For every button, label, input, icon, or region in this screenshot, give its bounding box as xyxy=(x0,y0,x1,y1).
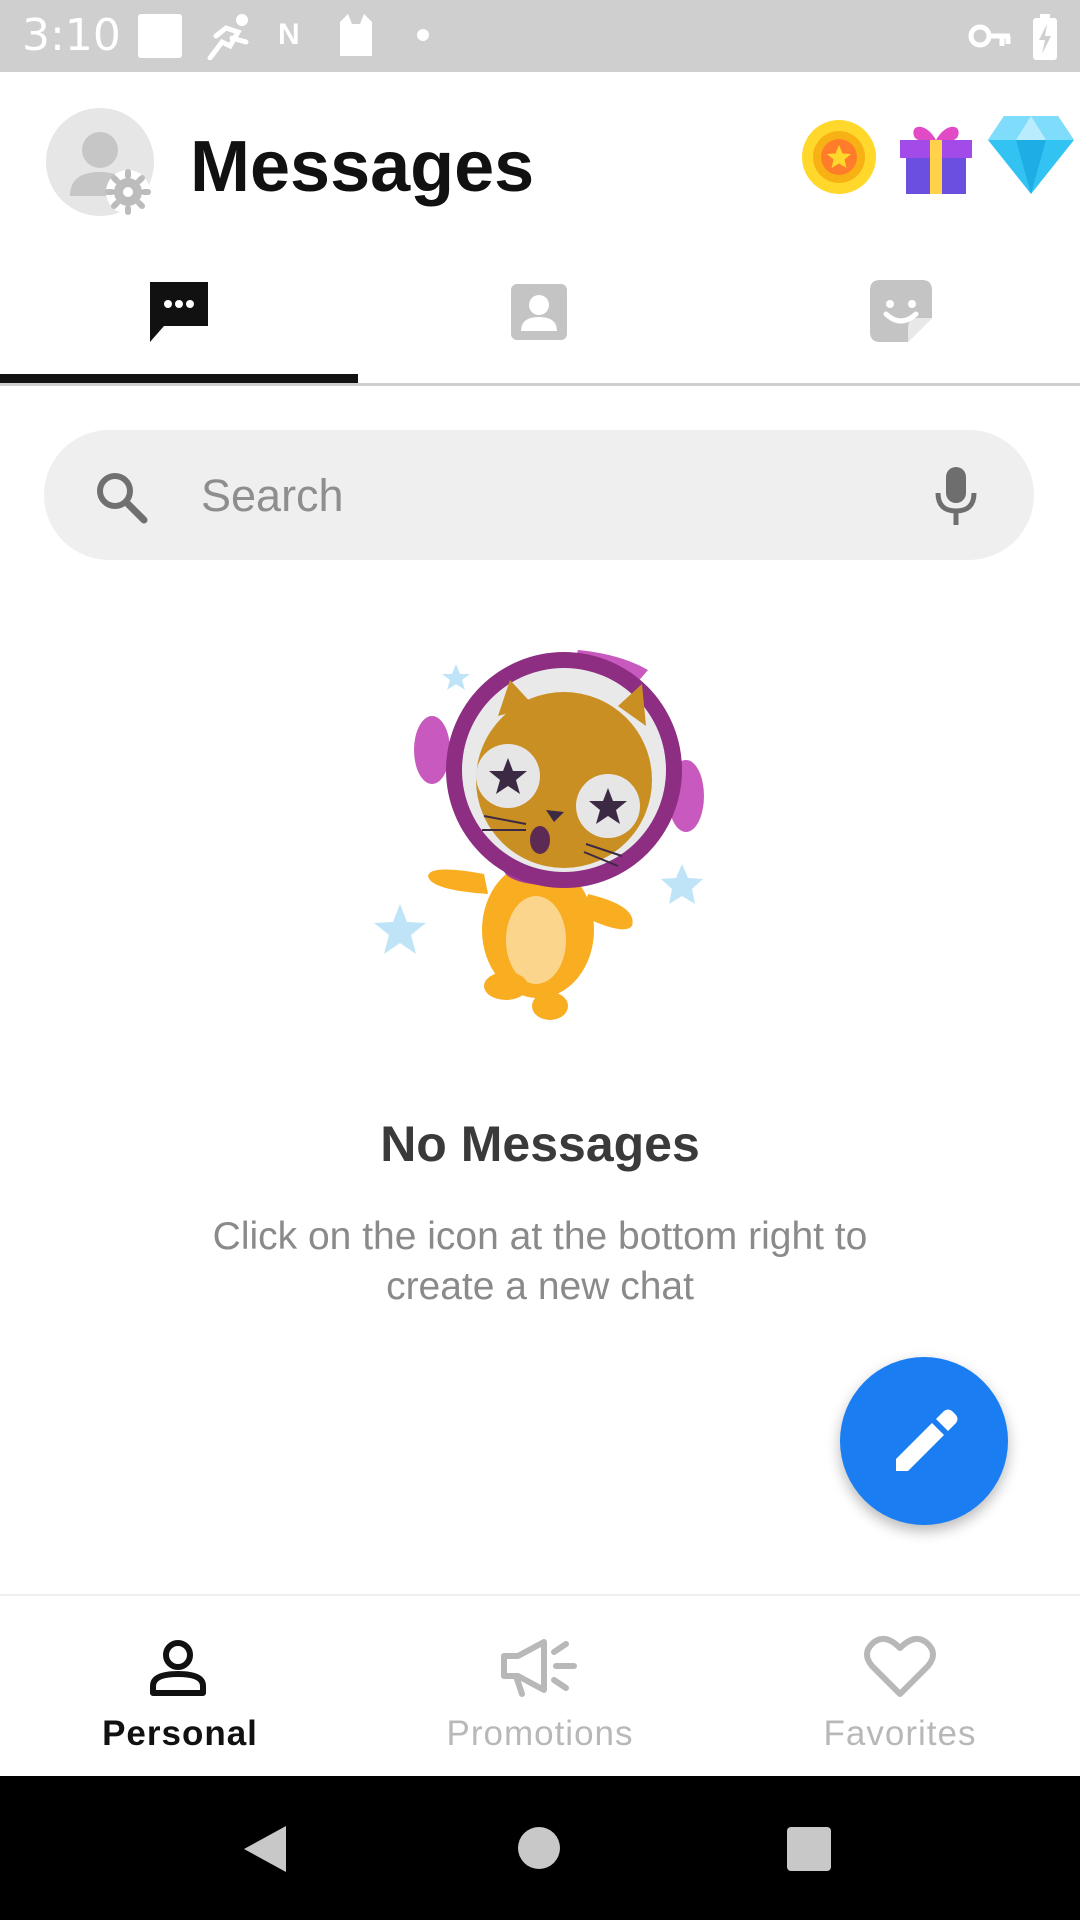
nav-label-promotions: Promotions xyxy=(446,1714,634,1753)
status-time: 3:10 xyxy=(22,10,121,61)
runner-icon xyxy=(207,14,249,60)
person-icon xyxy=(150,1640,206,1696)
nav-personal[interactable]: Personal xyxy=(0,1596,360,1778)
home-icon[interactable] xyxy=(517,1826,561,1870)
contact-card-icon xyxy=(511,284,567,340)
search-input[interactable] xyxy=(199,430,923,562)
nav-label-favorites: Favorites xyxy=(823,1714,977,1753)
n-icon: N xyxy=(278,18,300,51)
empty-state-subtitle: Click on the icon at the bottom right to… xyxy=(212,1215,868,1308)
heart-icon xyxy=(864,1635,936,1697)
new-chat-button[interactable] xyxy=(840,1357,1008,1525)
active-tab-indicator xyxy=(0,374,358,383)
tab-stickers[interactable] xyxy=(720,250,1080,386)
microphone-icon[interactable] xyxy=(934,465,978,527)
astronaut-cat-illustration xyxy=(374,650,704,1020)
status-bar: 3:10 N xyxy=(0,0,1080,72)
gift-icon[interactable] xyxy=(896,118,976,198)
nav-label-personal: Personal xyxy=(102,1714,258,1753)
diamond-icon[interactable] xyxy=(986,114,1076,196)
recents-icon[interactable] xyxy=(786,1826,832,1872)
battery-charging-icon xyxy=(1033,14,1057,60)
sticker-icon xyxy=(870,280,932,342)
pencil-icon xyxy=(896,1409,958,1471)
page-title: Messages xyxy=(190,127,535,207)
empty-state-title: No Messages xyxy=(380,1116,700,1172)
chat-bubble-icon xyxy=(150,282,208,342)
nav-favorites[interactable]: Favorites xyxy=(720,1596,1080,1778)
profile-avatar[interactable] xyxy=(46,108,154,216)
megaphone-icon xyxy=(501,1639,577,1697)
tab-contacts[interactable] xyxy=(360,250,720,386)
tab-divider xyxy=(0,383,1080,386)
bottom-navigation: Personal Promotions Favorites xyxy=(0,1594,1080,1778)
tab-chats[interactable] xyxy=(0,250,360,386)
search-icon xyxy=(97,473,148,524)
tab-bar xyxy=(0,250,1080,386)
square-icon xyxy=(138,14,182,58)
dot-icon xyxy=(417,29,429,41)
coin-icon[interactable] xyxy=(800,118,878,196)
back-icon[interactable] xyxy=(242,1824,288,1874)
search-bar[interactable] xyxy=(44,430,1034,562)
nav-promotions[interactable]: Promotions xyxy=(360,1596,720,1778)
avatar-settings-icon xyxy=(70,132,151,215)
vpn-key-icon xyxy=(968,24,1011,48)
system-navigation-bar xyxy=(0,1776,1080,1920)
cat-icon xyxy=(340,14,372,56)
